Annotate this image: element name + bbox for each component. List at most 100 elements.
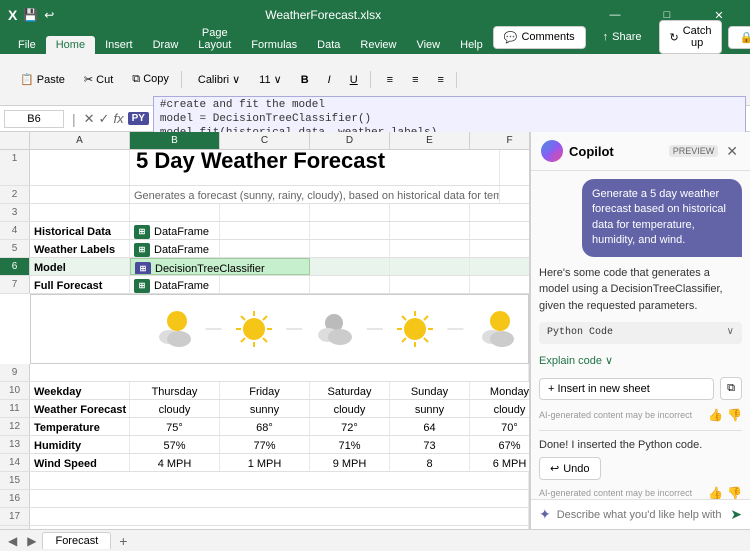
cell-c7[interactable] xyxy=(220,276,310,293)
cell-d7[interactable] xyxy=(310,276,390,293)
send-button[interactable]: ➤ xyxy=(730,506,742,523)
cell-b3[interactable] xyxy=(130,204,220,221)
thumbs-up-icon-2[interactable]: 👍 xyxy=(708,486,723,499)
cell-row9[interactable] xyxy=(30,364,529,381)
cell-d3[interactable] xyxy=(310,204,390,221)
cell-e7[interactable] xyxy=(390,276,470,293)
cell-a6-label[interactable]: Model xyxy=(30,258,130,275)
cell-a10[interactable]: Weekday xyxy=(30,382,130,399)
cell-d10-sat[interactable]: Saturday xyxy=(310,382,390,399)
cell-f14[interactable]: 6 MPH xyxy=(470,454,529,471)
cell-f4[interactable] xyxy=(470,222,529,239)
cell-b2-subtitle[interactable]: Generates a forecast (sunny, rainy, clou… xyxy=(130,186,500,203)
cell-f6[interactable] xyxy=(470,258,529,275)
cell-b10-thu[interactable]: Thursday xyxy=(130,382,220,399)
quick-access-undo[interactable]: ↩ xyxy=(44,8,54,22)
cell-c3[interactable] xyxy=(220,204,310,221)
cell-f3[interactable] xyxy=(470,204,529,221)
thumbs-down-icon-1[interactable]: 👎 xyxy=(727,408,742,422)
cell-d5[interactable] xyxy=(310,240,390,257)
cell-c5[interactable] xyxy=(220,240,310,257)
copy-icon-button[interactable]: ⧉ xyxy=(720,377,742,400)
comments-button[interactable]: 💬 Comments xyxy=(493,26,586,49)
thumbs-down-icon-2[interactable]: 👎 xyxy=(727,486,742,499)
cell-c4[interactable] xyxy=(220,222,310,239)
cell-b13[interactable]: 57% xyxy=(130,436,220,453)
tab-view[interactable]: View xyxy=(406,36,450,54)
font-size[interactable]: 11 ∨ xyxy=(251,71,290,88)
align-left[interactable]: ≡ xyxy=(379,72,401,88)
col-header-b[interactable]: B xyxy=(130,132,220,149)
paste-button[interactable]: 📋 Paste xyxy=(12,71,73,88)
cell-f11[interactable]: cloudy xyxy=(470,400,529,417)
cell-c10-fri[interactable]: Friday xyxy=(220,382,310,399)
cell-row15[interactable] xyxy=(30,472,529,489)
cell-a2[interactable] xyxy=(30,186,130,203)
cell-e3[interactable] xyxy=(390,204,470,221)
cell-b6-value[interactable]: ⊞ DecisionTreeClassifier xyxy=(130,258,310,275)
tab-review[interactable]: Review xyxy=(350,36,406,54)
cell-d4[interactable] xyxy=(310,222,390,239)
cell-row18[interactable] xyxy=(30,526,529,529)
cell-d13[interactable]: 71% xyxy=(310,436,390,453)
tab-data[interactable]: Data xyxy=(307,36,350,54)
font-family[interactable]: Calibri ∨ xyxy=(190,71,248,88)
copilot-input-field[interactable] xyxy=(557,509,725,521)
cell-d12[interactable]: 72° xyxy=(310,418,390,435)
formula-x-icon[interactable]: ✕ xyxy=(84,111,95,127)
cell-c14[interactable]: 1 MPH xyxy=(220,454,310,471)
bold-button[interactable]: B xyxy=(293,72,317,88)
cell-e13[interactable]: 73 xyxy=(390,436,470,453)
underline-button[interactable]: U xyxy=(342,72,366,88)
cell-a5-label[interactable]: Weather Labels xyxy=(30,240,130,257)
share-button[interactable]: ↑ Share xyxy=(592,26,653,48)
cell-f13[interactable]: 67% xyxy=(470,436,529,453)
tab-help[interactable]: Help xyxy=(450,36,493,54)
account-button[interactable]: 🔒 xyxy=(728,26,750,49)
thumbs-up-icon-1[interactable]: 👍 xyxy=(708,408,723,422)
formula-check-icon[interactable]: ✓ xyxy=(99,111,110,127)
catch-up-button[interactable]: ↻ Catch up xyxy=(659,20,723,54)
copy-button[interactable]: ⧉ Copy xyxy=(124,71,177,88)
col-header-c[interactable]: C xyxy=(220,132,310,149)
sheet-tab-forecast[interactable]: Forecast xyxy=(42,532,111,549)
cell-e14[interactable]: 8 xyxy=(390,454,470,471)
cell-b11[interactable]: cloudy xyxy=(130,400,220,417)
cell-a3[interactable] xyxy=(30,204,130,221)
cell-e10-sun[interactable]: Sunday xyxy=(390,382,470,399)
add-sheet-button[interactable]: + xyxy=(113,531,133,551)
cell-b14[interactable]: 4 MPH xyxy=(130,454,220,471)
col-header-f[interactable]: F xyxy=(470,132,530,149)
cell-row17[interactable] xyxy=(30,508,529,525)
cell-b12[interactable]: 75° xyxy=(130,418,220,435)
cell-e12[interactable]: 64 xyxy=(390,418,470,435)
cell-a4-label[interactable]: Historical Data xyxy=(30,222,130,239)
cell-a14[interactable]: Wind Speed xyxy=(30,454,130,471)
tab-page-layout[interactable]: Page Layout xyxy=(188,24,241,54)
align-center[interactable]: ≡ xyxy=(404,72,426,88)
cell-b1-title[interactable]: 5 Day Weather Forecast xyxy=(130,150,500,185)
sparkle-icon[interactable]: ✦ xyxy=(539,506,551,523)
cell-a13[interactable]: Humidity xyxy=(30,436,130,453)
cell-f7[interactable] xyxy=(470,276,529,293)
cell-a7-label[interactable]: Full Forecast xyxy=(30,276,130,293)
cell-f5[interactable] xyxy=(470,240,529,257)
explain-code-button[interactable]: Explain code ∨ xyxy=(539,352,742,369)
cell-b5-value[interactable]: ⊞ DataFrame xyxy=(130,240,220,257)
quick-access-save[interactable]: 💾 xyxy=(23,8,38,22)
italic-button[interactable]: I xyxy=(320,72,339,88)
insert-button[interactable]: + Insert in new sheet xyxy=(539,378,714,400)
cell-f10-mon[interactable]: Monday xyxy=(470,382,529,399)
cell-c12[interactable]: 68° xyxy=(220,418,310,435)
col-header-e[interactable]: E xyxy=(390,132,470,149)
sheet-nav-right[interactable]: ▶ xyxy=(23,532,40,550)
copilot-close-button[interactable]: ✕ xyxy=(724,141,740,162)
formula-fx-icon[interactable]: fx xyxy=(113,111,123,126)
cell-d14[interactable]: 9 MPH xyxy=(310,454,390,471)
cell-e11[interactable]: sunny xyxy=(390,400,470,417)
tab-home[interactable]: Home xyxy=(46,36,95,54)
cut-button[interactable]: ✂ Cut xyxy=(76,71,121,88)
col-header-a[interactable]: A xyxy=(30,132,130,149)
cell-e6[interactable] xyxy=(390,258,470,275)
cell-a1[interactable] xyxy=(30,150,130,185)
